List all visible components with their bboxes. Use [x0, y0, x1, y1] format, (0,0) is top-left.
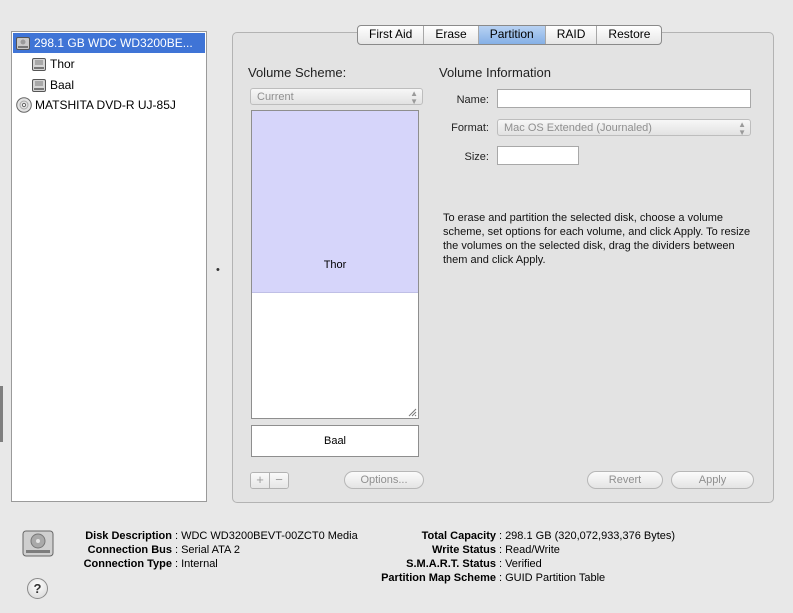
- disk-list-sidebar[interactable]: 298.1 GB WDC WD3200BE... Thor Baal MATSH…: [11, 31, 207, 502]
- tab-bar: First Aid Erase Partition RAID Restore: [357, 25, 663, 45]
- apply-button[interactable]: Apply: [671, 471, 754, 489]
- volume-icon: [32, 57, 46, 71]
- popup-arrows-icon: ▲ ▼: [738, 120, 746, 137]
- format-label: Format:: [451, 122, 489, 134]
- info-separator: :: [175, 544, 179, 556]
- sidebar-item-label: MATSHITA DVD-R UJ-85J: [35, 98, 176, 112]
- partition-baal[interactable]: Baal: [251, 425, 419, 457]
- info-key: Connection Type: [83, 558, 172, 570]
- info-key: S.M.A.R.T. Status: [406, 558, 496, 570]
- info-value: WDC WD3200BEVT-00ZCT0 Media: [181, 530, 358, 542]
- info-key: Connection Bus: [87, 544, 172, 556]
- sidebar-item-thor[interactable]: Thor: [32, 54, 205, 74]
- info-key: Partition Map Scheme: [381, 572, 496, 584]
- format-value: Mac OS Extended (Journaled): [504, 122, 652, 134]
- help-text: To erase and partition the selected disk…: [443, 212, 751, 266]
- partition-label: Thor: [323, 259, 347, 271]
- info-separator: :: [499, 558, 503, 570]
- splitter-handle[interactable]: •: [216, 264, 220, 276]
- info-separator: :: [175, 558, 179, 570]
- add-remove-group: + −: [250, 472, 289, 489]
- volume-info-title: Volume Information: [439, 65, 552, 80]
- window-edge: [0, 386, 3, 442]
- tab-erase[interactable]: Erase: [424, 26, 479, 44]
- info-separator: :: [175, 530, 179, 542]
- sidebar-item-disk[interactable]: 298.1 GB WDC WD3200BE...: [13, 33, 205, 53]
- volume-scheme-popup[interactable]: Current ▲ ▼: [250, 88, 423, 106]
- info-key: Total Capacity: [421, 530, 496, 542]
- remove-partition-button[interactable]: −: [270, 473, 288, 488]
- volume-scheme-value: Current: [257, 91, 294, 103]
- revert-button[interactable]: Revert: [587, 471, 663, 489]
- partition-map[interactable]: Thor: [251, 110, 419, 419]
- info-value: Internal: [181, 558, 218, 570]
- sidebar-item-label: 298.1 GB WDC WD3200BE...: [34, 36, 193, 50]
- options-button[interactable]: Options...: [344, 471, 424, 489]
- sidebar-item-dvd[interactable]: MATSHITA DVD-R UJ-85J: [13, 95, 205, 115]
- connection-type-row: Connection Type: Internal: [60, 558, 218, 570]
- info-key: Disk Description: [85, 530, 172, 542]
- info-separator: :: [499, 530, 503, 542]
- partition-thor[interactable]: Thor: [252, 111, 418, 293]
- connection-bus-row: Connection Bus: Serial ATA 2: [60, 544, 240, 556]
- tab-restore[interactable]: Restore: [597, 26, 661, 44]
- disk-description-row: Disk Description: WDC WD3200BEVT-00ZCT0 M…: [60, 530, 358, 542]
- total-capacity-row: Total Capacity:298.1 GB (320,072,933,376…: [360, 530, 675, 542]
- help-button[interactable]: ?: [27, 578, 48, 599]
- write-status-row: Write Status: Read/Write: [360, 544, 560, 556]
- info-value: GUID Partition Table: [505, 572, 606, 584]
- sidebar-item-baal[interactable]: Baal: [32, 75, 205, 95]
- info-value: Read/Write: [505, 544, 560, 556]
- size-field[interactable]: [497, 146, 579, 165]
- name-label: Name:: [456, 94, 489, 106]
- add-partition-button[interactable]: +: [251, 473, 270, 488]
- tab-partition[interactable]: Partition: [478, 26, 546, 44]
- info-value: Serial ATA 2: [181, 544, 240, 556]
- partition-map-scheme-row: Partition Map Scheme: GUID Partition Tabl…: [360, 572, 605, 584]
- info-value: Verified: [505, 558, 542, 570]
- volume-icon: [32, 78, 46, 92]
- info-key: Write Status: [432, 544, 496, 556]
- sidebar-item-label: Baal: [50, 78, 75, 92]
- resize-grip-icon[interactable]: [407, 407, 417, 417]
- optical-disc-icon: [16, 97, 32, 113]
- info-separator: :: [499, 544, 503, 556]
- hard-disk-icon: [16, 36, 30, 50]
- hard-disk-icon: [22, 530, 54, 557]
- info-separator: :: [499, 572, 503, 584]
- tab-raid[interactable]: RAID: [546, 26, 598, 44]
- sidebar-item-label: Thor: [50, 57, 75, 71]
- name-field[interactable]: [497, 89, 751, 108]
- popup-arrows-icon: ▲ ▼: [410, 89, 418, 106]
- size-label: Size:: [464, 151, 489, 163]
- tab-first-aid[interactable]: First Aid: [358, 26, 425, 44]
- info-value: 298.1 GB (320,072,933,376 Bytes): [505, 530, 676, 542]
- smart-status-row: S.M.A.R.T. Status: Verified: [360, 558, 542, 570]
- volume-scheme-title: Volume Scheme:: [248, 65, 347, 80]
- format-popup[interactable]: Mac OS Extended (Journaled) ▲ ▼: [497, 119, 751, 137]
